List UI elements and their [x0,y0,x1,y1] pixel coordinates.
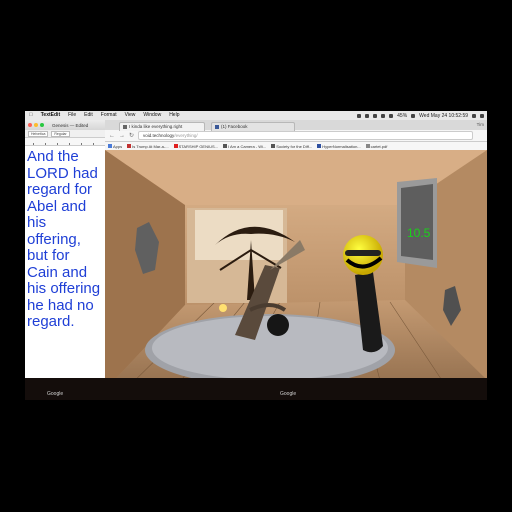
site-icon [127,144,132,148]
menu-edit[interactable]: Edit [80,111,97,120]
text-line: his offering [27,280,101,297]
tab-label: I kinda like everything.right [129,124,183,129]
page-icon [123,124,127,129]
status-area: 45% Wed May 24 10:52:59 [357,113,487,119]
browser-window: I kinda like everything.right (1) Facebo… [105,120,487,400]
text-line: And the [27,148,79,165]
tab-label: (1) Facebook [221,124,248,129]
bookmark-item[interactable]: I Am a Camera - Wi... [223,144,266,149]
tab-facebook[interactable]: (1) Facebook [211,122,295,131]
volume-icon[interactable] [389,113,394,118]
ruler-tick [69,143,70,145]
address-bar[interactable]: void.technology/everything/ [138,131,473,140]
bookmark-item[interactable]: HyperNormalisation... [317,144,361,149]
font-family-select[interactable]: Helvetica [28,130,49,137]
clock-label[interactable]: Wed May 24 10:52:59 [419,113,468,119]
text-line: Abel and [27,197,87,215]
format-toolbar: Helvetica Regular [25,130,105,138]
zoom-icon[interactable] [40,123,44,127]
minimize-icon[interactable] [34,123,38,127]
menu-view[interactable]: View [121,111,140,120]
bookmark-item[interactable]: Is Trump At Mar-a-... [127,144,169,149]
vr-scene[interactable] [105,150,487,400]
textedit-window: Genesis — Edited Helvetica Regular And t… [25,120,106,378]
google-label: Google [47,391,64,397]
menu-app-name[interactable]: TextEdit [37,111,64,120]
address-toolbar: ← → ↻ void.technology/everything/ [105,130,487,142]
google-label: Google [280,391,297,397]
status-app-icon[interactable] [357,113,362,118]
apple-icon[interactable]:  [25,111,37,120]
menu-file[interactable]: File [64,111,80,120]
document-title: Genesis — Edited [52,122,89,128]
wikipedia-icon [223,144,227,148]
text-line: regard for [27,181,93,198]
tab-bar: I kinda like everything.right (1) Facebo… [105,120,487,131]
painting [397,178,437,268]
reload-icon[interactable]: ↻ [129,132,134,139]
bookmark-item[interactable]: Society for the Diff... [271,144,312,149]
ruler-tick [45,143,46,145]
text-line: his [27,214,47,231]
wikipedia-icon [271,144,276,148]
text-line: he had no [27,296,94,314]
file-icon [365,144,370,148]
dropbox-icon[interactable] [365,113,370,118]
site-icon [317,144,322,148]
bookmark-item[interactable]: STARSHIP GENIUS... [173,144,218,149]
bottom-strip: Google Google [25,378,487,400]
forward-icon[interactable]: → [119,133,125,139]
menu-bar:  TextEdit File Edit Format View Window … [25,111,487,120]
back-icon[interactable]: ← [109,133,115,139]
text-line: offering, [27,230,81,248]
apps-icon [108,144,112,148]
textedit-titlebar[interactable]: Genesis — Edited [25,120,105,130]
text-line: LORD had [27,164,98,182]
menu-window[interactable]: Window [139,111,165,120]
battery-label[interactable]: 45% [397,113,407,119]
text-line: regard. [27,313,75,330]
bookmark-apps[interactable]: Apps [108,144,122,149]
fire-light [219,304,227,312]
profile-button[interactable]: Tim [477,122,484,127]
score-readout: 10.5 [407,226,431,240]
bookmark-item[interactable]: cartet.pdf [365,144,387,149]
menu-help[interactable]: Help [165,111,183,120]
wifi-icon[interactable] [381,113,386,118]
close-icon[interactable] [28,123,32,127]
notification-icon[interactable] [480,113,484,118]
bluetooth-icon[interactable] [373,113,378,118]
ruler[interactable] [25,138,105,146]
ruler-tick [81,143,82,145]
ruler-tick [93,143,94,145]
menu-format[interactable]: Format [97,111,121,120]
search-icon[interactable] [472,113,476,118]
battery-icon[interactable] [411,113,416,118]
font-weight-select[interactable]: Regular [51,130,70,137]
text-line: but for [27,247,70,264]
ruler-tick [33,143,34,145]
document-body[interactable]: And the LORD had regard for Abel and his… [25,146,105,334]
url-host: void.technology [143,133,175,138]
tab-void-technology[interactable]: I kinda like everything.right [119,122,205,131]
youtube-icon [173,144,178,148]
url-path: /everything/ [174,133,198,138]
ruler-tick [57,143,58,145]
facebook-icon [215,124,219,129]
text-line: Cain and [27,263,88,281]
